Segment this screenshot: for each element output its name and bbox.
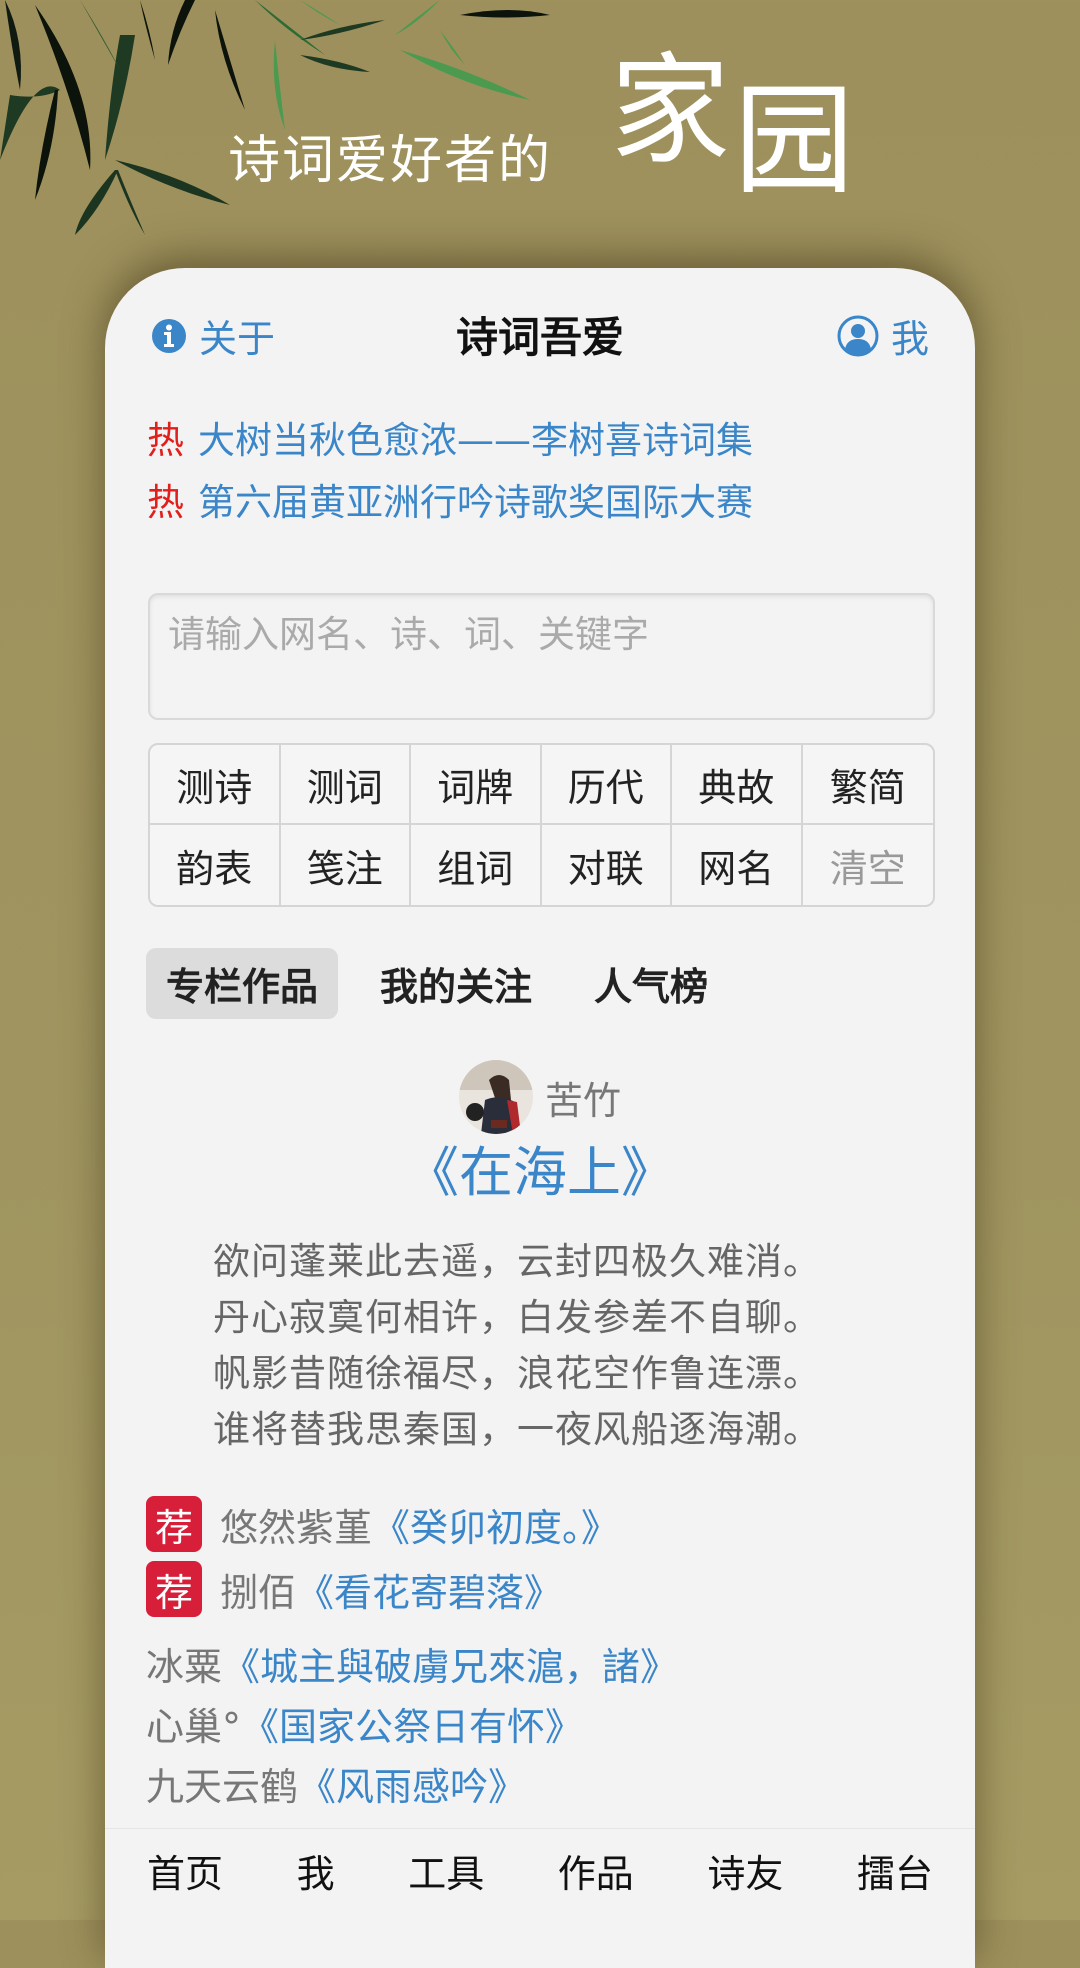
poem-line: 谁将替我思秦国，一夜风船逐海潮。 — [213, 1408, 821, 1451]
hot-link-1[interactable]: 热大树当秋色愈浓——李树喜诗词集 — [147, 416, 753, 466]
banner-tagline-home: 家园 — [610, 52, 854, 202]
tool-cipai[interactable]: 词牌 — [411, 745, 542, 825]
poem-line: 欲问蓬莱此去遥，云封四极久难消。 — [213, 1240, 821, 1283]
me-button[interactable]: 我 — [837, 308, 929, 363]
tool-wangming[interactable]: 网名 — [672, 825, 803, 905]
work-list-item[interactable]: 冰粟《城主與破虜兄來滬，諸》 — [146, 1636, 678, 1691]
clear-button[interactable]: 清空 — [803, 825, 934, 905]
recommended-item[interactable]: 荐 悠然紫堇 《癸卯初度。》 — [146, 1496, 619, 1552]
work-list-item[interactable]: 九天云鹤《风雨感吟》 — [146, 1756, 526, 1811]
hot-link-text[interactable]: 大树当秋色愈浓——李树喜诗词集 — [198, 419, 753, 462]
tool-zuci[interactable]: 组词 — [411, 825, 542, 905]
app-card: 关于 诗词吾爱 我 热大树当秋色愈浓——李树喜诗词集 热第六届黄亚洲行吟诗歌奖国… — [105, 268, 975, 1968]
hot-tag: 热 — [147, 481, 184, 524]
poem-title[interactable]: 《在海上》 — [105, 1128, 975, 1207]
user-circle-icon — [837, 315, 879, 356]
nav-works[interactable]: 作品 — [558, 1829, 634, 1948]
tab-my-follows[interactable]: 我的关注 — [360, 948, 552, 1019]
bottom-nav: 首页 我 工具 作品 诗友 擂台 — [105, 1828, 975, 1948]
author-name: 苦竹 — [544, 1078, 621, 1123]
poem-line: 帆影昔随徐福尽，浪花空作鲁连漂。 — [213, 1352, 821, 1395]
me-label: 我 — [890, 317, 929, 361]
hot-tag: 热 — [147, 419, 184, 462]
recommend-badge: 荐 — [146, 1561, 202, 1617]
nav-me[interactable]: 我 — [297, 1829, 335, 1948]
tool-lidai[interactable]: 历代 — [541, 745, 672, 825]
featured-author[interactable]: 苦竹 — [105, 1060, 975, 1134]
hot-link-text[interactable]: 第六届黄亚洲行吟诗歌奖国际大赛 — [198, 481, 753, 524]
content-tabs: 专栏作品 我的关注 人气榜 — [146, 948, 750, 1019]
tool-yunbiao[interactable]: 韵表 — [150, 825, 281, 905]
work-title[interactable]: 《国家公祭日有怀》 — [241, 1705, 583, 1749]
tool-duilian[interactable]: 对联 — [542, 825, 672, 905]
nav-arena[interactable]: 擂台 — [857, 1829, 933, 1948]
recommend-badge: 荐 — [146, 1496, 202, 1552]
banner-tagline: 诗词爱好者的 — [228, 131, 553, 191]
work-author[interactable]: 心巢° — [146, 1705, 241, 1749]
recommend-author[interactable]: 悠然紫堇 — [220, 1497, 372, 1552]
recommend-work[interactable]: 《看花寄碧落》 — [296, 1562, 562, 1617]
work-title[interactable]: 《风雨感吟》 — [298, 1765, 526, 1809]
recommended-item[interactable]: 荐 捌佰 《看花寄碧落》 — [146, 1561, 562, 1617]
banner-tagline-char-2: 园 — [734, 72, 854, 211]
app-header: 关于 诗词吾爱 我 — [105, 308, 975, 368]
recommend-work[interactable]: 《癸卯初度。》 — [372, 1497, 619, 1552]
search-input[interactable] — [150, 595, 933, 674]
hot-link-2[interactable]: 热第六届黄亚洲行吟诗歌奖国际大赛 — [147, 478, 753, 528]
tab-popularity[interactable]: 人气榜 — [574, 948, 728, 1019]
poem-line: 丹心寂寞何相许，白发参差不自聊。 — [213, 1296, 821, 1339]
tool-jianzhu[interactable]: 笺注 — [281, 825, 411, 905]
search-box[interactable] — [148, 593, 935, 720]
tool-diangu[interactable]: 典故 — [672, 745, 803, 825]
tool-fanjian[interactable]: 繁简 — [802, 745, 933, 825]
banner-tagline-char-1: 家 — [610, 42, 730, 181]
work-list-item[interactable]: 心巢°《国家公祭日有怀》 — [146, 1696, 583, 1751]
tool-ceci[interactable]: 测词 — [280, 745, 411, 825]
nav-friends[interactable]: 诗友 — [707, 1829, 783, 1948]
tool-grid: 测诗 测词 词牌 历代 典故 繁简 韵表 笺注 组词 对联 网名 清空 — [148, 743, 935, 907]
work-title[interactable]: 《城主與破虜兄來滬，諸》 — [222, 1645, 678, 1689]
avatar[interactable] — [458, 1060, 533, 1134]
nav-tools[interactable]: 工具 — [408, 1829, 484, 1948]
work-author[interactable]: 冰粟 — [146, 1645, 222, 1689]
poem-body: 欲问蓬莱此去遥，云封四极久难消。 丹心寂寞何相许，白发参差不自聊。 帆影昔随徐福… — [213, 1234, 821, 1458]
tab-column-works[interactable]: 专栏作品 — [146, 948, 339, 1019]
nav-home[interactable]: 首页 — [147, 1829, 223, 1948]
work-author[interactable]: 九天云鹤 — [146, 1765, 298, 1809]
tool-ceshi[interactable]: 测诗 — [150, 745, 281, 825]
recommend-author[interactable]: 捌佰 — [220, 1562, 296, 1617]
